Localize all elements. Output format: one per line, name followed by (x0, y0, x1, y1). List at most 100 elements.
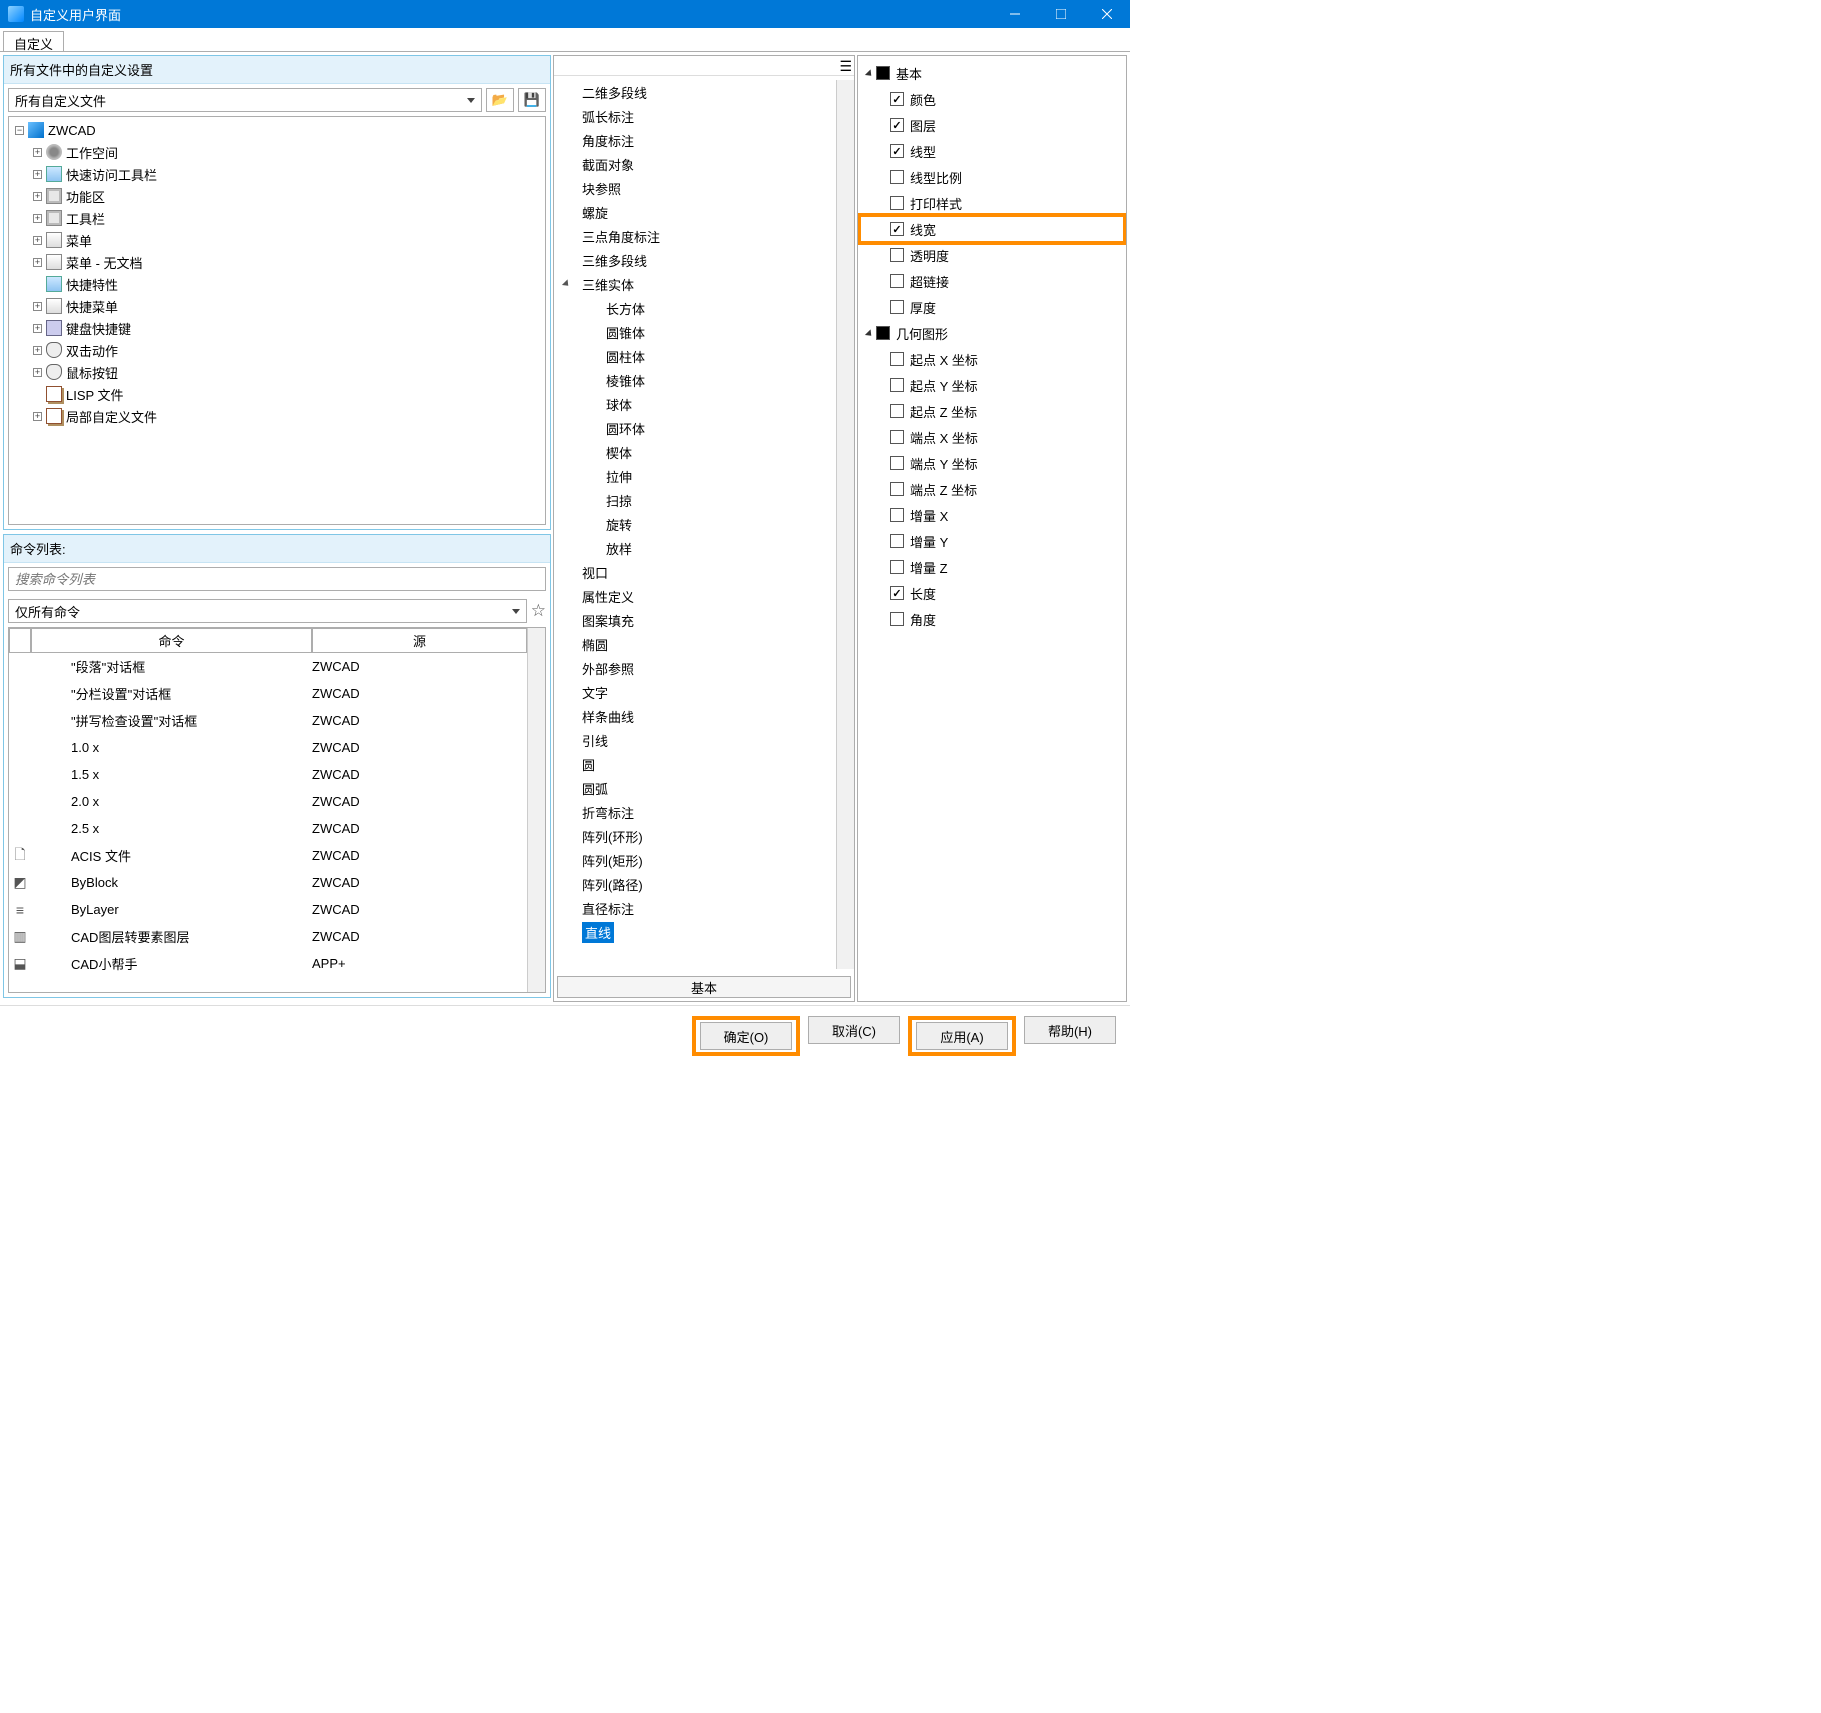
object-type-item[interactable]: 三维多段线 (554, 248, 836, 272)
property-item[interactable]: 透明度 (860, 242, 1124, 268)
object-type-item[interactable]: 放样 (554, 536, 836, 560)
checkbox[interactable] (890, 274, 904, 288)
favorite-icon[interactable]: ☆ (531, 601, 546, 621)
object-type-item[interactable]: 旋转 (554, 512, 836, 536)
object-type-item[interactable]: 圆柱体 (554, 344, 836, 368)
category-basic[interactable]: 基本 (860, 60, 1124, 86)
object-type-item[interactable]: 图案填充 (554, 608, 836, 632)
table-row[interactable]: ◩ByBlockZWCAD (9, 869, 527, 896)
tree-item[interactable]: +快速访问工具栏 (11, 163, 543, 185)
tree-item[interactable]: +菜单 - 无文档 (11, 251, 543, 273)
checkbox[interactable] (890, 508, 904, 522)
table-row[interactable]: ▥CAD图层转要素图层ZWCAD (9, 923, 527, 950)
maximize-button[interactable] (1038, 0, 1084, 28)
tree-item[interactable]: +局部自定义文件 (11, 405, 543, 427)
object-type-item[interactable]: 阵列(矩形) (554, 848, 836, 872)
checkbox[interactable] (890, 118, 904, 132)
property-item[interactable]: 图层 (860, 112, 1124, 138)
command-filter-dropdown[interactable]: 仅所有命令 (8, 599, 527, 623)
table-row[interactable]: 1.5 xZWCAD (9, 761, 527, 788)
property-item[interactable]: 打印样式 (860, 190, 1124, 216)
expander-icon[interactable]: + (33, 148, 42, 157)
col-command[interactable]: 命令 (31, 628, 312, 653)
table-row[interactable]: ⬓CAD小帮手APP+ (9, 950, 527, 977)
property-item[interactable]: 起点 Z 坐标 (860, 398, 1124, 424)
expander-icon[interactable]: + (33, 170, 42, 179)
scrollbar[interactable] (836, 80, 854, 969)
table-row[interactable]: 🗋ACIS 文件ZWCAD (9, 842, 527, 869)
object-type-item[interactable]: 圆弧 (554, 776, 836, 800)
table-row[interactable]: 1.0 xZWCAD (9, 734, 527, 761)
checkbox[interactable] (890, 222, 904, 236)
cancel-button[interactable]: 取消(C) (808, 1016, 900, 1044)
object-type-item[interactable]: 直径标注 (554, 896, 836, 920)
tree-item[interactable]: 快捷特性 (11, 273, 543, 295)
table-row[interactable]: 2.5 xZWCAD (9, 815, 527, 842)
object-type-item[interactable]: 拉伸 (554, 464, 836, 488)
object-type-item[interactable]: 阵列(环形) (554, 824, 836, 848)
checkbox[interactable] (890, 456, 904, 470)
table-row[interactable]: 2.0 xZWCAD (9, 788, 527, 815)
scrollbar[interactable] (527, 628, 545, 992)
tree-item[interactable]: +工作空间 (11, 141, 543, 163)
property-item[interactable]: 端点 X 坐标 (860, 424, 1124, 450)
checkbox[interactable] (890, 144, 904, 158)
col-source[interactable]: 源 (312, 628, 527, 653)
property-item[interactable]: 增量 Z (860, 554, 1124, 580)
property-item[interactable]: 线宽 (860, 216, 1124, 242)
expander-icon[interactable]: + (33, 258, 42, 267)
property-item[interactable]: 长度 (860, 580, 1124, 606)
property-item[interactable]: 超链接 (860, 268, 1124, 294)
expander-icon[interactable]: + (33, 324, 42, 333)
object-type-item[interactable]: 块参照 (554, 176, 836, 200)
command-table[interactable]: 命令 源 "段落"对话框ZWCAD"分栏设置"对话框ZWCAD"拼写检查设置"对… (9, 628, 527, 992)
object-type-item[interactable]: 楔体 (554, 440, 836, 464)
ok-button[interactable]: 确定(O) (700, 1022, 792, 1050)
tree-item[interactable]: +键盘快捷键 (11, 317, 543, 339)
object-type-item[interactable]: 弧长标注 (554, 104, 836, 128)
expander-icon[interactable]: + (33, 214, 42, 223)
expander-icon[interactable]: + (33, 368, 42, 377)
checkbox[interactable] (890, 196, 904, 210)
object-type-item[interactable]: 椭圆 (554, 632, 836, 656)
object-type-item[interactable]: 三点角度标注 (554, 224, 836, 248)
property-item[interactable]: 端点 Y 坐标 (860, 450, 1124, 476)
apply-button[interactable]: 应用(A) (916, 1022, 1008, 1050)
object-type-item[interactable]: 三维实体 (554, 272, 836, 296)
properties-icon[interactable]: ☰ (839, 58, 852, 73)
property-item[interactable]: 增量 X (860, 502, 1124, 528)
property-item[interactable]: 起点 Y 坐标 (860, 372, 1124, 398)
checkbox[interactable] (890, 248, 904, 262)
object-type-item[interactable]: 长方体 (554, 296, 836, 320)
search-input[interactable] (8, 567, 546, 591)
checkbox[interactable] (890, 482, 904, 496)
expander-icon[interactable]: − (15, 126, 24, 135)
tree-item[interactable]: +双击动作 (11, 339, 543, 361)
object-type-item[interactable]: 文字 (554, 680, 836, 704)
minimize-button[interactable] (992, 0, 1038, 28)
checkbox[interactable] (890, 430, 904, 444)
checkbox[interactable] (890, 612, 904, 626)
expander-icon[interactable]: + (33, 346, 42, 355)
checkbox[interactable] (890, 404, 904, 418)
object-type-item[interactable]: 扫掠 (554, 488, 836, 512)
property-item[interactable]: 端点 Z 坐标 (860, 476, 1124, 502)
tree-item[interactable]: +鼠标按钮 (11, 361, 543, 383)
object-type-item[interactable]: 圆环体 (554, 416, 836, 440)
expander-icon[interactable] (33, 390, 42, 399)
checkbox[interactable] (890, 352, 904, 366)
expander-icon[interactable] (33, 280, 42, 289)
checkbox[interactable] (890, 586, 904, 600)
property-item[interactable]: 线型比例 (860, 164, 1124, 190)
object-type-item[interactable]: 圆锥体 (554, 320, 836, 344)
category-geometry[interactable]: 几何图形 (860, 320, 1124, 346)
expander-icon[interactable]: + (33, 236, 42, 245)
expander-icon[interactable]: + (33, 412, 42, 421)
checkbox[interactable] (890, 300, 904, 314)
tree-item[interactable]: +菜单 (11, 229, 543, 251)
object-type-item[interactable]: 截面对象 (554, 152, 836, 176)
open-button[interactable]: 📂 (486, 88, 514, 112)
expander-icon[interactable]: + (33, 192, 42, 201)
checkbox[interactable] (890, 560, 904, 574)
tree-item[interactable]: +快捷菜单 (11, 295, 543, 317)
